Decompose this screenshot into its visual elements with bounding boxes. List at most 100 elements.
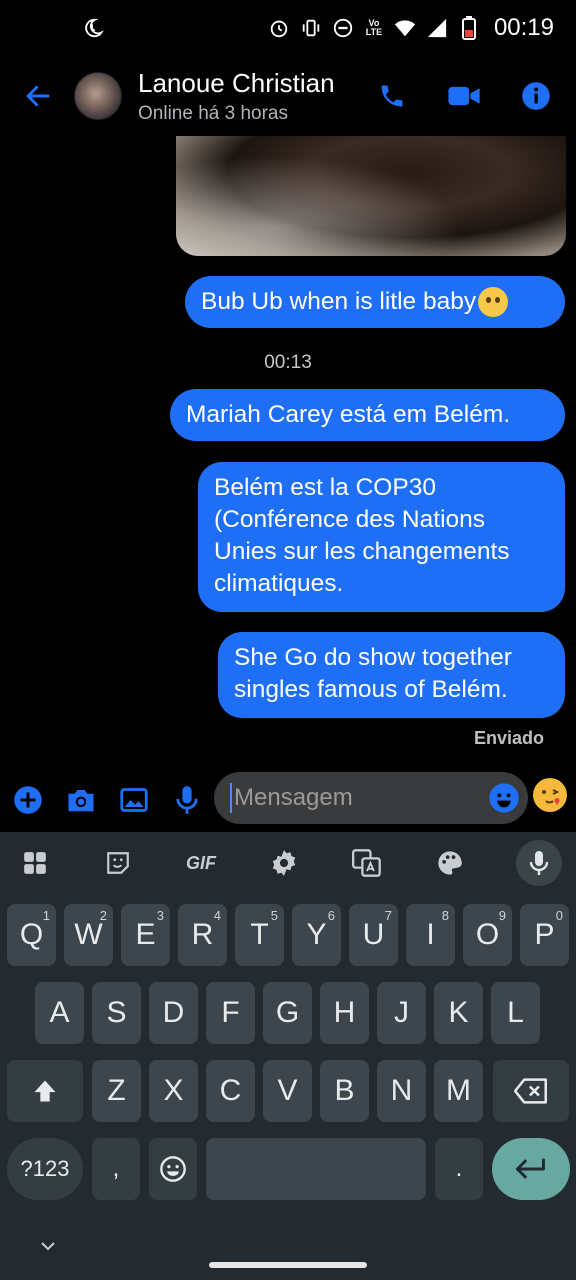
shift-key[interactable] [7,1060,83,1122]
video-camera-icon [448,86,480,106]
comma-key[interactable]: , [92,1138,140,1200]
key-q[interactable]: Q1 [7,904,56,966]
key-l[interactable]: L [491,982,540,1044]
key-s[interactable]: S [92,982,141,1044]
message-text: Mariah Carey está em Belém. [186,401,511,428]
composer-bar [0,770,576,830]
key-i[interactable]: I8 [406,904,455,966]
key-number-hint: 1 [42,908,50,923]
key-number-hint: 9 [498,908,506,923]
key-number-hint: 4 [213,908,221,923]
key-b[interactable]: B [320,1060,369,1122]
key-u[interactable]: U7 [349,904,398,966]
voice-typing-button[interactable] [516,840,562,886]
palette-icon[interactable] [433,846,467,880]
key-number-hint: 5 [270,908,278,923]
key-c[interactable]: C [206,1060,255,1122]
image-icon [120,788,148,812]
key-j[interactable]: J [377,982,426,1044]
wifi-icon [394,17,416,39]
translate-icon[interactable] [350,846,384,880]
gif-button[interactable]: GIF [184,846,218,880]
key-number-hint: 2 [99,908,107,923]
hide-keyboard-chevron-icon[interactable] [38,1236,58,1256]
key-label: T [250,918,269,951]
key-f[interactable]: F [206,982,255,1044]
message-input[interactable] [234,784,474,812]
key-p[interactable]: P0 [520,904,569,966]
message-bubble[interactable]: Belém est la COP30 (Conférence des Natio… [198,462,565,612]
do-not-disturb-moon-icon [82,17,104,39]
key-w[interactable]: W2 [64,904,113,966]
key-a[interactable]: A [35,982,84,1044]
emoji-key[interactable] [149,1138,197,1200]
key-y[interactable]: Y6 [292,904,341,966]
message-bubble[interactable]: She Go do show together singles famous o… [218,632,565,718]
contact-info[interactable]: Lanoue Christian Online há 3 horas [138,68,335,125]
battery-low-icon [458,16,480,40]
camera-button[interactable] [63,782,99,818]
plus-circle-icon [14,786,42,814]
info-icon [522,82,550,110]
shared-photo[interactable] [176,136,566,256]
key-label: R [191,918,214,951]
video-call-button[interactable] [446,78,482,114]
status-clock: 00:19 [493,14,554,41]
voice-call-button[interactable] [374,78,410,114]
key-h[interactable]: H [320,982,369,1044]
key-n[interactable]: N [377,1060,426,1122]
soft-keyboard: GIF Q1W2E3R4T5Y6U7I8O9P0 ASDFGHJKL ZXCVB… [0,832,576,1280]
backspace-icon [514,1078,547,1104]
key-number-hint: 7 [384,908,392,923]
info-button[interactable] [518,78,554,114]
key-number-hint: 8 [441,908,449,923]
key-t[interactable]: T5 [235,904,284,966]
backspace-key[interactable] [493,1060,569,1122]
key-number-hint: 3 [156,908,164,923]
voice-message-button[interactable] [169,782,205,818]
key-z[interactable]: Z [92,1060,141,1122]
chat-header: Lanoue Christian Online há 3 horas [0,56,576,136]
vibrate-icon [300,17,322,39]
key-r[interactable]: R4 [178,904,227,966]
key-v[interactable]: V [263,1060,312,1122]
key-label: U [362,918,385,951]
avatar[interactable] [74,72,122,120]
space-key[interactable] [206,1138,426,1200]
gesture-nav-pill[interactable] [209,1262,367,1268]
key-row-1: Q1W2E3R4T5Y6U7I8O9P0 [0,904,576,966]
gallery-button[interactable] [116,782,152,818]
back-button[interactable] [18,76,58,116]
period-key[interactable]: . [435,1138,483,1200]
key-row-4: ?123 , . [0,1138,576,1200]
key-x[interactable]: X [149,1060,198,1122]
key-m[interactable]: M [434,1060,483,1122]
symbols-key[interactable]: ?123 [7,1138,83,1200]
key-g[interactable]: G [263,982,312,1044]
sticker-icon[interactable] [101,846,135,880]
text-caret [230,783,232,813]
contact-name: Lanoue Christian [138,67,335,98]
emoji-picker-icon[interactable] [488,782,520,814]
message-bubble[interactable]: Mariah Carey está em Belém. [170,389,565,441]
apps-grid-icon[interactable] [18,846,52,880]
enter-key[interactable] [492,1138,570,1200]
key-d[interactable]: D [149,982,198,1044]
key-e[interactable]: E3 [121,904,170,966]
key-label: O [475,918,500,951]
message-text: Bub Ub when is litle baby [201,288,477,315]
key-label: E [135,918,156,951]
key-o[interactable]: O9 [463,904,512,966]
message-bubble[interactable]: Bub Ub when is litle baby [185,276,565,328]
key-k[interactable]: K [434,982,483,1044]
dnd-minus-icon [332,17,354,39]
mic-icon [529,851,549,875]
alarm-icon [268,17,290,39]
settings-gear-icon[interactable] [267,846,301,880]
message-list[interactable]: Bub Ub when is litle baby 00:13 Mariah C… [0,136,576,768]
quick-reaction-emoji-icon[interactable] [533,778,567,812]
message-input-container[interactable] [214,772,528,824]
message-text: She Go do show together singles famous o… [234,644,512,703]
cellular-icon [426,17,448,39]
plus-button[interactable] [10,782,46,818]
